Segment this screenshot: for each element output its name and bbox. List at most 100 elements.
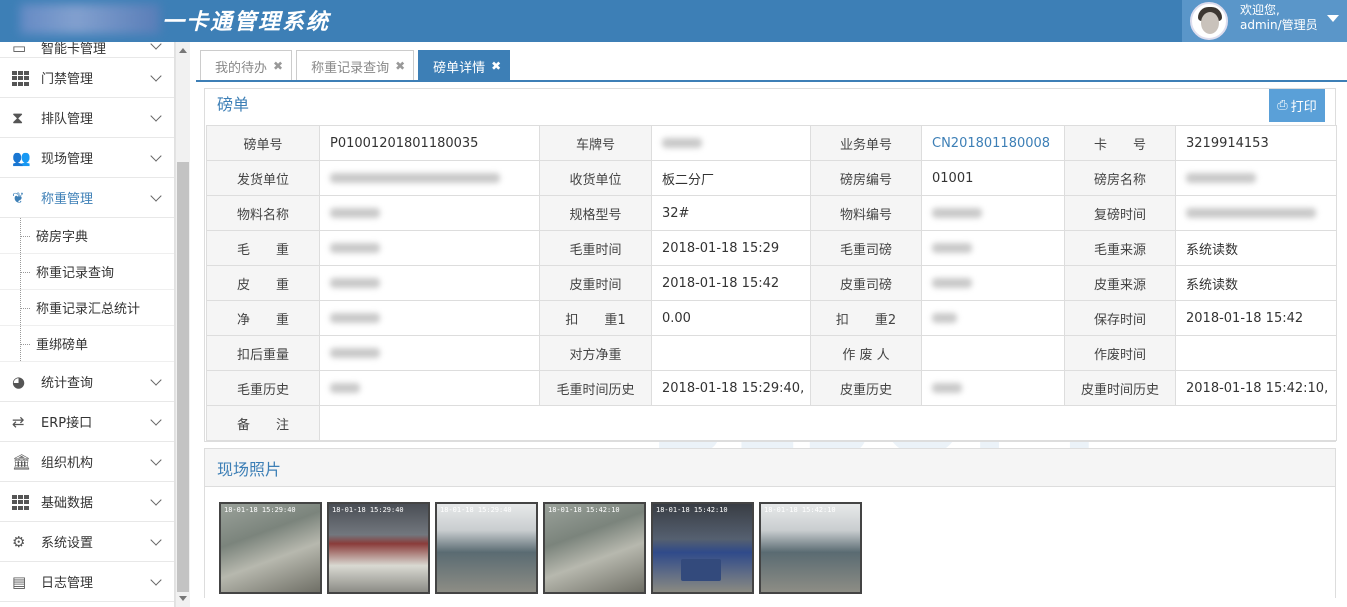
photo-timestamp: 18-01-18 15:42:10 — [764, 506, 836, 514]
sidebar-item-label: 日志管理 — [41, 576, 94, 591]
redacted-value — [330, 243, 380, 253]
field-value — [319, 160, 540, 196]
sidebar-item-label: 基础数据 — [41, 496, 94, 511]
field-value-link[interactable]: CN201801180008 — [921, 125, 1065, 161]
sidebar-scrollbar[interactable] — [175, 42, 190, 607]
site-photo[interactable]: 18-01-18 15:29:40 — [219, 502, 322, 594]
redacted-value — [330, 383, 360, 393]
scroll-thumb[interactable] — [177, 162, 189, 592]
chevron-down-icon — [150, 110, 162, 122]
field-value — [319, 300, 540, 336]
site-photo[interactable]: 18-01-18 15:29:40 — [435, 502, 538, 594]
redacted-value — [330, 348, 380, 358]
pie-chart-icon: ◕ — [12, 372, 26, 391]
scroll-down-icon[interactable] — [179, 596, 187, 601]
chevron-down-icon — [150, 494, 162, 506]
photo-timestamp: 18-01-18 15:29:40 — [224, 506, 296, 514]
photo-list: 18-01-18 15:29:40 18-01-18 15:29:40 18-01-… — [219, 502, 862, 594]
table-row: 扣后重量 对方净重 作 废 人 作废时间 — [206, 335, 1337, 371]
table-row: 发货单位 收货单位 板二分厂 磅房编号 01001 磅房名称 — [206, 160, 1337, 196]
chevron-down-icon — [150, 42, 162, 50]
sidebar-item-queue[interactable]: ⧗ 排队管理 — [0, 98, 174, 138]
file-icon: ▤ — [12, 572, 27, 591]
redacted-value — [932, 313, 957, 323]
table-row: 备 注 — [206, 405, 1337, 441]
sidebar-item-organization[interactable]: 🏛 组织机构 — [0, 442, 174, 482]
sidebar-item-weighing[interactable]: ❦ 称重管理 — [0, 178, 174, 218]
field-label: 收货单位 — [539, 160, 652, 196]
sidebar-item-label: 智能卡管理 — [41, 42, 107, 57]
close-icon[interactable]: ✖ — [273, 59, 283, 73]
avatar[interactable] — [1190, 2, 1228, 40]
sidebar-item-access-control[interactable]: 门禁管理 — [0, 58, 174, 98]
sidebar-item-basic-data[interactable]: 基础数据 — [0, 482, 174, 522]
sidebar-subitem-scale-dictionary[interactable]: 磅房字典 — [0, 218, 174, 254]
field-label: 磅房名称 — [1064, 160, 1176, 196]
sidebar-item-system-settings[interactable]: ⚙ 系统设置 — [0, 522, 174, 562]
scroll-up-icon[interactable] — [179, 48, 187, 53]
grid-icon — [12, 493, 32, 511]
field-label: 毛重历史 — [206, 370, 320, 406]
leaf-icon: ❦ — [12, 188, 25, 207]
close-icon[interactable]: ✖ — [491, 59, 501, 73]
field-label: 车牌号 — [539, 125, 652, 161]
field-value — [651, 125, 811, 161]
field-value: 2018-01-18 15:42 — [1175, 300, 1337, 336]
sidebar-subitem-rebind-ticket[interactable]: 重绑磅单 — [0, 326, 174, 362]
field-value — [1175, 195, 1337, 231]
chevron-down-icon — [150, 190, 162, 202]
redacted-value — [330, 278, 380, 288]
field-value — [921, 335, 1065, 371]
close-icon[interactable]: ✖ — [395, 59, 405, 73]
field-value: P01001201801180035 — [319, 125, 540, 161]
field-label: 毛 重 — [206, 230, 320, 266]
chevron-down-icon — [150, 454, 162, 466]
field-value: 3219914153 — [1175, 125, 1337, 161]
field-value: 2018-01-18 15:29:40, — [651, 370, 811, 406]
field-value — [921, 230, 1065, 266]
redacted-value — [932, 383, 962, 393]
field-label: 备 注 — [206, 405, 320, 441]
tab-weighing-query[interactable]: 称重记录查询 ✖ — [296, 50, 415, 81]
grid-icon — [12, 69, 32, 87]
top-bar: 一卡通管理系统 欢迎您, admin/管理员 — [0, 0, 1347, 42]
sidebar-subitem-weighing-query[interactable]: 称重记录查询 — [0, 254, 174, 290]
sidebar-item-label: 称重管理 — [41, 192, 94, 207]
sidebar-item-site[interactable]: 👥 现场管理 — [0, 138, 174, 178]
sidebar-item-logs[interactable]: ▤ 日志管理 — [0, 562, 174, 602]
user-menu[interactable]: 欢迎您, admin/管理员 — [1182, 0, 1347, 42]
chevron-down-icon — [150, 574, 162, 586]
sidebar-item-label: 排队管理 — [41, 112, 94, 127]
site-photo[interactable]: 18-01-18 15:42:10 — [759, 502, 862, 594]
field-label: 皮重来源 — [1064, 265, 1176, 301]
field-label: 毛重时间 — [539, 230, 652, 266]
tab-my-todo[interactable]: 我的待办 ✖ — [200, 50, 293, 81]
field-label: 毛重来源 — [1064, 230, 1176, 266]
caret-down-icon[interactable] — [1327, 15, 1339, 22]
field-label: 复磅时间 — [1064, 195, 1176, 231]
tab-ticket-detail[interactable]: 磅单详情 ✖ — [418, 50, 511, 81]
field-value: 2018-01-18 15:42:10, — [1175, 370, 1337, 406]
site-photo[interactable]: 18-01-18 15:42:10 — [543, 502, 646, 594]
chevron-down-icon — [150, 70, 162, 82]
field-label: 皮重时间 — [539, 265, 652, 301]
redacted-value — [330, 208, 380, 218]
field-value — [319, 195, 540, 231]
sidebar-item-label: 统计查询 — [41, 376, 94, 391]
field-value: 01001 — [921, 160, 1065, 196]
sidebar-subitem-weighing-summary[interactable]: 称重记录汇总统计 — [0, 290, 174, 326]
table-row: 净 重 扣 重1 0.00 扣 重2 保存时间 2018-01-18 15:42 — [206, 300, 1337, 336]
sidebar-item-statistics[interactable]: ◕ 统计查询 — [0, 362, 174, 402]
site-photo[interactable]: 18-01-18 15:42:10 — [651, 502, 754, 594]
site-photos-panel: 现场照片 18-01-18 15:29:40 18-01-18 15:29:40 1… — [204, 448, 1336, 598]
sidebar-item-smart-card[interactable]: ▭ 智能卡管理 — [0, 42, 174, 58]
card-icon: ▭ — [12, 42, 27, 57]
print-button[interactable]: ⎙ 打印 — [1269, 89, 1325, 122]
field-label: 皮重司磅 — [810, 265, 922, 301]
field-label: 作 废 人 — [810, 335, 922, 371]
print-icon: ⎙ — [1277, 98, 1288, 113]
site-photo[interactable]: 18-01-18 15:29:40 — [327, 502, 430, 594]
sidebar-item-erp[interactable]: ⇄ ERP接口 — [0, 402, 174, 442]
field-label: 磅房编号 — [810, 160, 922, 196]
welcome-text: 欢迎您, admin/管理员 — [1240, 3, 1318, 32]
